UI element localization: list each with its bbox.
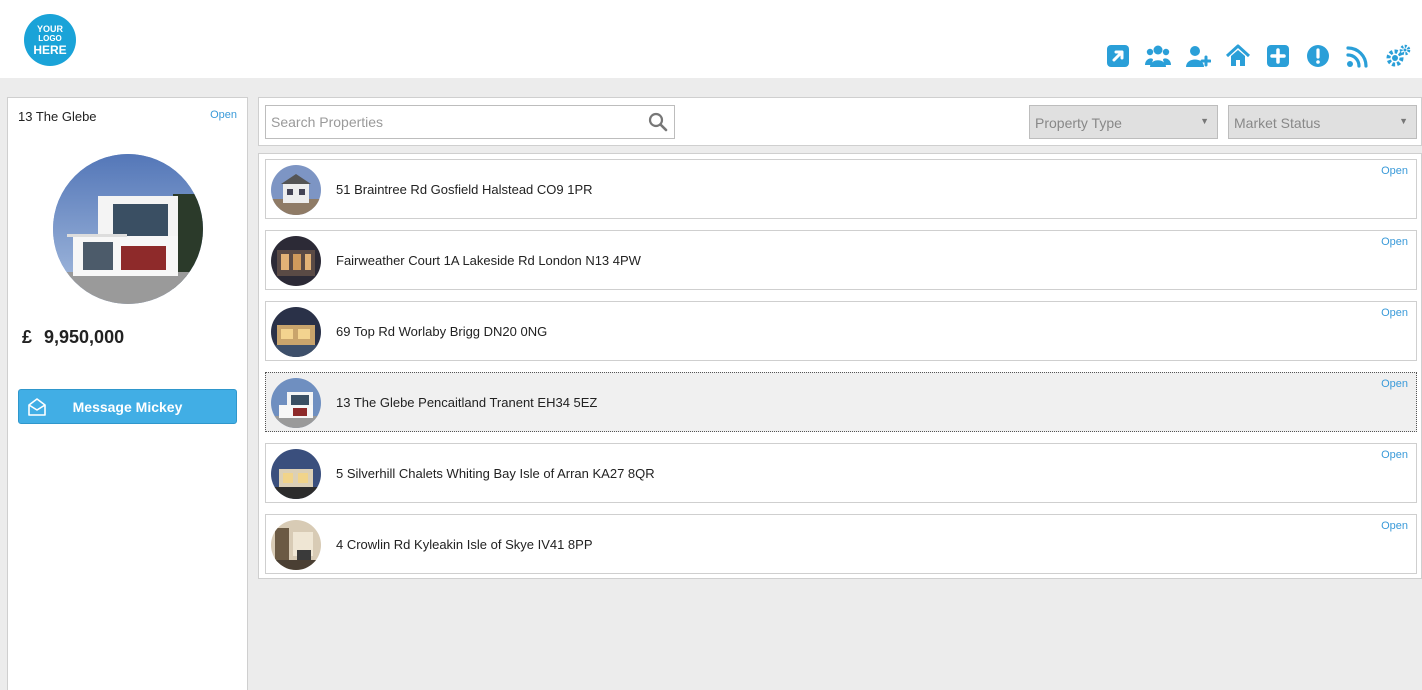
currency-symbol: £ [22,327,33,347]
property-address: 4 Crowlin Rd Kyleakin Isle of Skye IV41 … [336,537,593,552]
list-item[interactable]: 13 The Glebe Pencaitland Tranent EH34 5E… [265,372,1417,432]
add-user-icon[interactable] [1184,42,1212,70]
message-button-label: Message Mickey [72,398,183,415]
envelope-icon [28,398,46,416]
add-icon[interactable] [1264,42,1292,70]
alert-icon[interactable] [1304,42,1332,70]
property-thumbnail [271,378,321,428]
property-detail-panel: 13 The Glebe Open £ 9,950,000 Message Mi… [7,97,248,690]
users-icon[interactable] [1144,42,1172,70]
property-type-value: Property Type [1035,115,1122,131]
search-input[interactable] [266,106,636,138]
property-photo [53,154,203,304]
chevron-down-icon: ▼ [1200,116,1209,126]
property-thumbnail [271,236,321,286]
property-thumbnail [271,449,321,499]
property-thumbnail [271,165,321,215]
search-icon[interactable] [648,112,668,132]
logo-line-3: HERE [33,42,67,57]
property-type-select[interactable]: Property Type ▼ [1029,105,1218,139]
property-address: 69 Top Rd Worlaby Brigg DN20 0NG [336,324,548,339]
home-icon[interactable] [1224,42,1252,70]
search-filter-bar: Property Type ▼ Market Status ▼ [258,97,1422,146]
logo-line-1: YOUR [36,23,63,34]
property-address: 51 Braintree Rd Gosfield Halstead CO9 1P… [336,182,593,197]
property-thumbnail [271,307,321,357]
search-box [265,105,675,139]
open-property-link[interactable]: Open [1381,378,1408,390]
price-value: 9,950,000 [44,327,125,347]
list-item[interactable]: 4 Crowlin Rd Kyleakin Isle of Skye IV41 … [265,514,1417,574]
property-title: 13 The Glebe [18,109,97,124]
market-status-select[interactable]: Market Status ▼ [1228,105,1417,139]
external-link-icon[interactable] [1104,42,1132,70]
open-property-link[interactable]: Open [1381,307,1408,319]
property-list: 51 Braintree Rd Gosfield Halstead CO9 1P… [258,153,1422,579]
list-item[interactable]: 5 Silverhill Chalets Whiting Bay Isle of… [265,443,1417,503]
rss-icon[interactable] [1344,42,1372,70]
open-property-link[interactable]: Open [210,109,237,121]
logo-line-2: LOGO [38,33,62,43]
open-property-link[interactable]: Open [1381,520,1408,532]
property-address: 13 The Glebe Pencaitland Tranent EH34 5E… [336,395,598,410]
market-status-value: Market Status [1234,115,1321,131]
settings-icon[interactable] [1384,42,1412,70]
message-agent-button[interactable]: Message Mickey [18,389,237,424]
open-property-link[interactable]: Open [1381,165,1408,177]
open-property-link[interactable]: Open [1381,236,1408,248]
list-item[interactable]: Fairweather Court 1A Lakeside Rd London … [265,230,1417,290]
property-address: Fairweather Court 1A Lakeside Rd London … [336,253,641,268]
property-address: 5 Silverhill Chalets Whiting Bay Isle of… [336,466,655,481]
chevron-down-icon: ▼ [1399,116,1408,126]
property-thumbnail [271,520,321,570]
property-price: £ 9,950,000 [22,327,124,348]
main-toolbar [1104,42,1412,70]
company-logo[interactable]: YOUR LOGO HERE [24,14,76,66]
top-bar: YOUR LOGO HERE [0,0,1422,78]
list-item[interactable]: 51 Braintree Rd Gosfield Halstead CO9 1P… [265,159,1417,219]
list-item[interactable]: 69 Top Rd Worlaby Brigg DN20 0NG Open [265,301,1417,361]
open-property-link[interactable]: Open [1381,449,1408,461]
